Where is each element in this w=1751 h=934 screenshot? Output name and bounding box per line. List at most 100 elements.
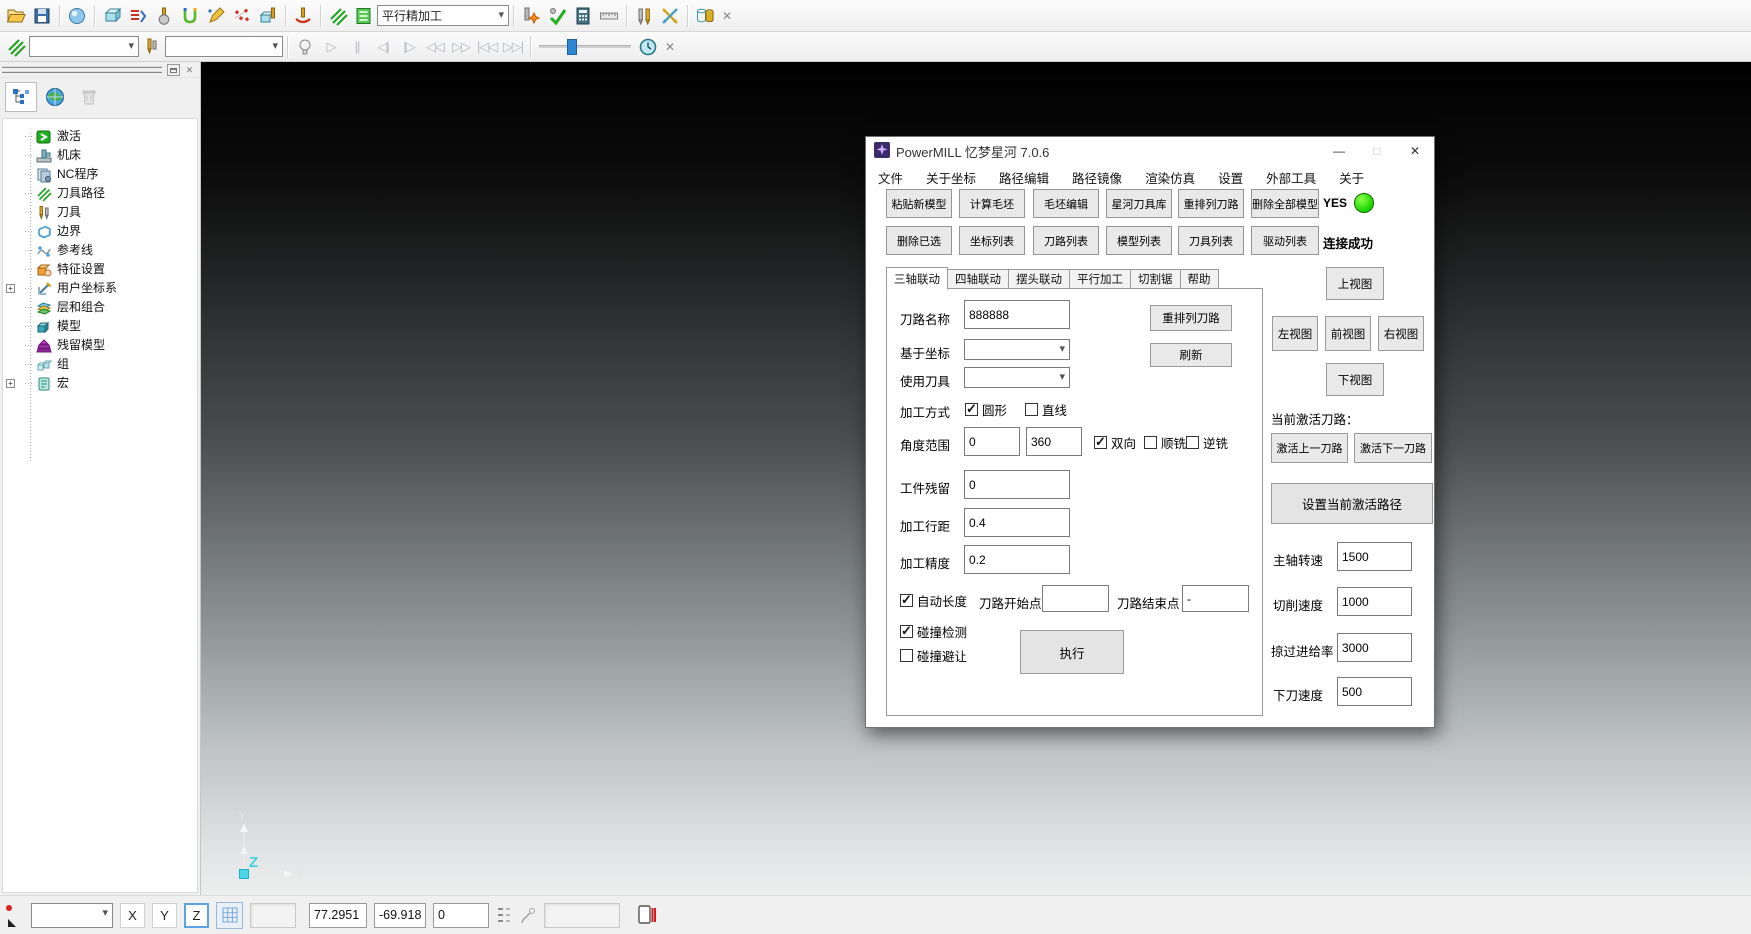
strategy-list-icon[interactable] xyxy=(351,3,377,29)
tree-item-stock-models[interactable]: 残留模型 xyxy=(3,336,197,355)
play-button[interactable]: ▷ xyxy=(318,35,344,59)
calc-stock-button[interactable]: 计算毛坯 xyxy=(959,189,1025,218)
plunge-feed-input[interactable] xyxy=(1337,677,1412,706)
tool-list-button[interactable]: 刀具列表 xyxy=(1178,226,1244,255)
menu-render-sim[interactable]: 渲染仿真 xyxy=(1145,168,1195,187)
angle-start-input[interactable] xyxy=(964,427,1020,456)
clipboard-status-icon[interactable] xyxy=(637,904,657,926)
axis-x-button[interactable]: X xyxy=(120,903,145,928)
collision-avoid-checkbox[interactable]: 碰撞避让 xyxy=(900,646,967,665)
grid-toggle-icon[interactable] xyxy=(216,902,243,929)
dir-climb-checkbox[interactable]: 顺铣 xyxy=(1144,433,1186,452)
model-list-button[interactable]: 模型列表 xyxy=(1106,226,1172,255)
minimize-button[interactable]: — xyxy=(1320,137,1358,165)
explorer-trash-tab[interactable] xyxy=(73,82,105,112)
coord-list-button[interactable]: 坐标列表 xyxy=(959,226,1025,255)
save-project-icon[interactable] xyxy=(29,3,55,29)
tree-item-tools[interactable]: 刀具 xyxy=(3,203,197,222)
auto-length-checkbox[interactable]: 自动长度 xyxy=(900,591,967,610)
dir-both-checkbox[interactable]: 双向 xyxy=(1094,433,1136,452)
menu-path-edit[interactable]: 路径编辑 xyxy=(999,168,1049,187)
expand-icon[interactable]: + xyxy=(6,379,15,388)
boundary-icon[interactable] xyxy=(177,3,203,29)
stock-edit-button[interactable]: 毛坯编辑 xyxy=(1033,189,1099,218)
axis-z-button[interactable]: Z xyxy=(184,903,209,928)
activate-prev-button[interactable]: 激活上一刀路 xyxy=(1271,433,1348,463)
tool-arc-icon[interactable] xyxy=(290,3,316,29)
clock-icon[interactable] xyxy=(635,34,661,60)
tree-item-machine[interactable]: 机床 xyxy=(3,146,197,165)
activate-next-button[interactable]: 激活下一刀路 xyxy=(1354,433,1432,463)
tree-item-feature-sets[interactable]: 特征设置 xyxy=(3,260,197,279)
collision-check-checkbox[interactable]: 碰撞检测 xyxy=(900,622,967,641)
go-start-button[interactable]: |◁◁ xyxy=(474,35,500,59)
dir-conventional-checkbox[interactable]: 逆铣 xyxy=(1186,433,1228,452)
tab-head-tilt[interactable]: 摆头联动 xyxy=(1009,269,1070,289)
toolpath-select-icon[interactable] xyxy=(3,34,29,60)
sim-toolpath-dropdown[interactable] xyxy=(29,36,139,57)
fast-forward-button[interactable]: ▷▷ xyxy=(448,35,474,59)
sim-speed-slider[interactable] xyxy=(539,37,631,57)
tree-item-levels[interactable]: 层和组合 xyxy=(3,298,197,317)
verify-icon[interactable] xyxy=(544,3,570,29)
feature-block-icon[interactable] xyxy=(255,3,281,29)
base-coord-dropdown[interactable] xyxy=(964,339,1070,360)
step-back-button[interactable]: ◁| xyxy=(370,35,396,59)
grid-size-field[interactable] xyxy=(250,903,296,928)
mode-line-checkbox[interactable]: 直线 xyxy=(1025,400,1067,419)
message-field[interactable] xyxy=(544,903,620,928)
open-project-icon[interactable] xyxy=(3,3,29,29)
menu-settings[interactable]: 设置 xyxy=(1218,168,1243,187)
strategy-dropdown[interactable]: 平行精加工 xyxy=(377,5,509,26)
step-forward-button[interactable]: |▷ xyxy=(396,35,422,59)
tab-saw[interactable]: 切割锯 xyxy=(1131,269,1181,289)
menu-path-mirror[interactable]: 路径镜像 xyxy=(1072,168,1122,187)
spindle-speed-input[interactable] xyxy=(1337,542,1412,571)
view-top-button[interactable]: 上视图 xyxy=(1326,267,1384,300)
shaded-view-icon[interactable] xyxy=(64,3,90,29)
menu-external-tools[interactable]: 外部工具 xyxy=(1266,168,1316,187)
expand-icon[interactable]: + xyxy=(6,284,15,293)
axis-y-button[interactable]: Y xyxy=(152,903,177,928)
set-active-path-button[interactable]: 设置当前激活路径 xyxy=(1271,483,1433,524)
view-bottom-button[interactable]: 下视图 xyxy=(1326,363,1384,396)
menu-file[interactable]: 文件 xyxy=(878,168,903,187)
menu-about[interactable]: 关于 xyxy=(1339,168,1364,187)
explorer-tree-tab[interactable] xyxy=(5,82,37,112)
explorer-web-tab[interactable] xyxy=(39,82,71,112)
tool-pair-icon[interactable] xyxy=(631,3,657,29)
points-icon[interactable] xyxy=(229,3,255,29)
toolbar-close-icon[interactable]: ✕ xyxy=(718,6,736,26)
tree-item-macros[interactable]: +宏 xyxy=(3,374,197,393)
toolpath-name-input[interactable] xyxy=(964,300,1070,329)
go-end-button[interactable]: ▷▷| xyxy=(500,35,526,59)
view-left-button[interactable]: 左视图 xyxy=(1272,316,1318,351)
paste-model-button[interactable]: 粘贴新模型 xyxy=(886,189,952,218)
cylinders-icon[interactable] xyxy=(692,3,718,29)
pattern-icon[interactable] xyxy=(203,3,229,29)
close-button[interactable]: ✕ xyxy=(1396,137,1434,165)
tab-help[interactable]: 帮助 xyxy=(1181,269,1219,289)
tree-item-patterns[interactable]: 参考线 xyxy=(3,241,197,260)
execute-button[interactable]: 执行 xyxy=(1020,630,1124,674)
view-front-button[interactable]: 前视图 xyxy=(1325,316,1371,351)
use-tool-dropdown[interactable] xyxy=(964,367,1070,388)
refresh-button[interactable]: 刷新 xyxy=(1150,343,1232,367)
transform-icon[interactable] xyxy=(657,3,683,29)
panel-float-icon[interactable] xyxy=(167,64,180,76)
tree-item-groups[interactable]: 组 xyxy=(3,355,197,374)
tree-item-models[interactable]: 模型 xyxy=(3,317,197,336)
stock-allowance-input[interactable] xyxy=(964,470,1070,499)
calculator-icon[interactable] xyxy=(570,3,596,29)
rewind-button[interactable]: ◁◁ xyxy=(422,35,448,59)
mode-circle-checkbox[interactable]: 圆形 xyxy=(965,400,1007,419)
tree-item-boundaries[interactable]: 边界 xyxy=(3,222,197,241)
view-right-button[interactable]: 右视图 xyxy=(1378,316,1424,351)
skim-feed-input[interactable] xyxy=(1337,633,1412,662)
tool-library-button[interactable]: 星河刀具库 xyxy=(1106,189,1172,218)
rearrange-paths-button[interactable]: 重排列刀路 xyxy=(1178,189,1244,218)
drive-list-button[interactable]: 驱动列表 xyxy=(1251,226,1319,255)
probe-icon[interactable] xyxy=(519,906,537,924)
panel-close-icon[interactable]: ✕ xyxy=(183,64,196,76)
ball-tool-icon[interactable] xyxy=(151,3,177,29)
